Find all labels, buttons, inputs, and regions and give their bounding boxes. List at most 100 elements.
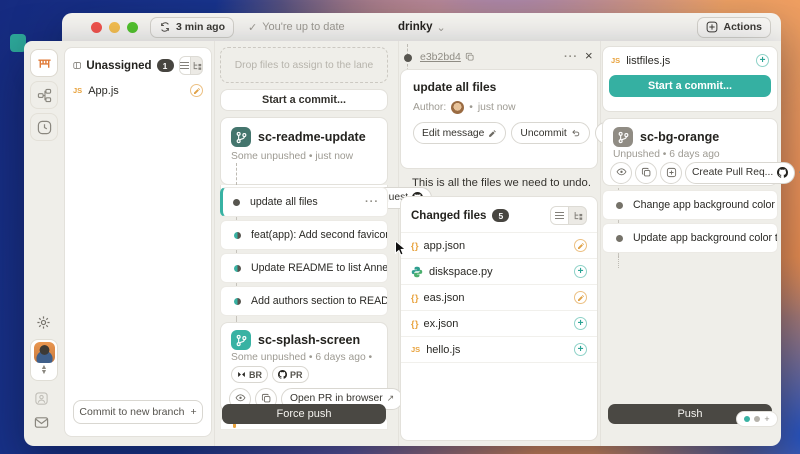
fetch-button[interactable]: 3 min ago [150, 17, 234, 38]
start-commit-label: Start a commit... [262, 94, 346, 106]
commit-menu-button[interactable]: ··· [365, 196, 379, 208]
unassigned-header: Unassigned 1 [65, 48, 211, 81]
tree-icon [572, 210, 583, 221]
person-icon [34, 391, 49, 406]
changed-file-row[interactable]: diskspace.py + [401, 258, 597, 284]
changed-file-row[interactable]: JS hello.js + [401, 336, 597, 363]
commit-detail-card: update all files Author: • just now Edit… [400, 69, 598, 169]
unassigned-file-row[interactable]: JS App.js [65, 81, 211, 100]
changed-file-row[interactable]: { } ex.json + [401, 310, 597, 336]
profile-button[interactable] [34, 391, 49, 406]
edit-message-button[interactable]: Edit message [413, 122, 506, 144]
edit-message-label: Edit message [422, 128, 484, 139]
pencil-icon [488, 129, 497, 138]
drop-zone-hint: Drop files to assign to the lane [235, 60, 374, 71]
eye-icon [616, 167, 627, 178]
branch-card-sc-readme-update: sc-readme-update Some unpushed • just no… [220, 117, 388, 185]
file-name: diskspace.py [429, 266, 493, 278]
force-push-label: Force push [276, 408, 331, 420]
branch-badge [231, 127, 251, 147]
branch-header[interactable]: sc-readme-update [221, 118, 387, 149]
tree-view-button[interactable] [569, 207, 586, 224]
list-view-button[interactable] [551, 207, 569, 224]
changed-file-row[interactable]: { } eas.json [401, 284, 597, 310]
history-icon [37, 120, 52, 135]
list-view-button[interactable] [180, 57, 191, 74]
pr-badge[interactable]: PR [272, 366, 309, 383]
project-avatar-switcher[interactable]: ▲▼ [30, 339, 58, 381]
settings-button[interactable] [32, 311, 54, 333]
branch-header[interactable]: sc-bg-orange [603, 119, 777, 148]
nav-history-button[interactable] [30, 113, 58, 141]
chevron-updown-icon: ▲▼ [31, 365, 57, 375]
view-toggle [550, 206, 587, 225]
stack-page-indicator[interactable]: + [736, 411, 778, 427]
create-pr-label: Create Pull Req... [692, 167, 773, 178]
commit-to-new-branch-button[interactable]: Commit to new branch + [73, 400, 203, 424]
assigned-files-card: JS listfiles.js + Start a commit... [602, 46, 778, 112]
unassigned-panel: Unassigned 1 JS App.js Commit to new bra… [64, 47, 212, 437]
branch-review-badge[interactable]: BR [231, 366, 268, 383]
create-pr-button[interactable]: Create Pull Req... [685, 162, 795, 184]
commit-row[interactable]: Change app background color t... [602, 190, 778, 220]
file-name: listfiles.js [626, 55, 670, 67]
desktop-background: 3 min ago ✓ You're up to date drinky ⌄ A… [0, 0, 800, 454]
added-status-icon: + [574, 265, 587, 278]
commit-hash-link[interactable]: e3b2bd4 [420, 51, 475, 63]
commit-row[interactable]: feat(app): Add second favicon to ... [220, 220, 388, 250]
js-file-icon: JS [73, 86, 82, 95]
force-push-button[interactable]: Force push [222, 404, 386, 424]
panel-icon [73, 59, 81, 72]
uncommit-button[interactable]: Uncommit [511, 122, 589, 144]
mouse-cursor [395, 241, 406, 256]
changed-file-row[interactable]: { } app.json [401, 232, 597, 258]
branch-header[interactable]: sc-splash-screen [221, 323, 387, 351]
nav-workspace-button[interactable] [30, 49, 58, 77]
copy-branch-button[interactable] [635, 162, 657, 184]
commit-time: just now [478, 102, 516, 113]
assigned-file-row[interactable]: JS listfiles.js + [603, 47, 777, 71]
json-file-icon: { } [411, 241, 418, 251]
actions-button[interactable]: Actions [697, 17, 771, 38]
tree-icon [191, 60, 202, 71]
file-name: hello.js [426, 344, 460, 356]
chevron-down-icon: ⌄ [437, 21, 446, 34]
eye-icon [235, 393, 246, 404]
review-button[interactable] [610, 162, 632, 184]
commit-message: Update app background color t... [633, 232, 778, 244]
project-switcher[interactable]: drinky ⌄ [398, 21, 446, 34]
commit-row-selected[interactable]: update all files ··· [220, 187, 388, 217]
sync-status-label: You're up to date [262, 21, 344, 33]
commit-dot-local-and-remote [234, 232, 241, 239]
file-name: eas.json [424, 292, 465, 304]
avatar [34, 342, 55, 363]
tree-view-button[interactable] [191, 57, 202, 74]
start-commit-button-lane2[interactable]: Start a commit... [609, 75, 771, 97]
commit-message: Update README to list Anne as pr... [251, 262, 388, 274]
add-dependent-branch-button[interactable] [660, 162, 682, 184]
added-status-icon: + [756, 54, 769, 67]
start-commit-button-lane1[interactable]: Start a commit... [220, 89, 388, 111]
close-window-button[interactable] [91, 22, 102, 33]
detail-menu-button[interactable]: ··· [564, 51, 578, 63]
python-file-icon [411, 266, 423, 278]
push-label: Push [677, 408, 702, 420]
bullet: • [469, 102, 473, 113]
minimize-window-button[interactable] [109, 22, 120, 33]
commit-message: Add authors section to README file [251, 295, 388, 307]
commit-row[interactable]: Update app background color t... [602, 223, 778, 253]
close-detail-button[interactable]: × [585, 48, 593, 63]
commit-row[interactable]: Update README to list Anne as pr... [220, 253, 388, 283]
feedback-button[interactable] [34, 415, 49, 430]
zoom-window-button[interactable] [127, 22, 138, 33]
branch-meta: Some unpushed • just now [221, 149, 387, 168]
commit-message: update all files [250, 196, 318, 208]
commit-hash: e3b2bd4 [420, 51, 461, 63]
nav-branches-button[interactable] [30, 81, 58, 109]
project-name: drinky [398, 21, 433, 33]
commit-to-new-branch-label: Commit to new branch [79, 406, 184, 418]
br-badge-label: BR [249, 370, 262, 380]
modified-status-icon [574, 239, 587, 252]
drop-zone[interactable]: Drop files to assign to the lane [220, 47, 388, 83]
commit-row[interactable]: Add authors section to README file [220, 286, 388, 316]
